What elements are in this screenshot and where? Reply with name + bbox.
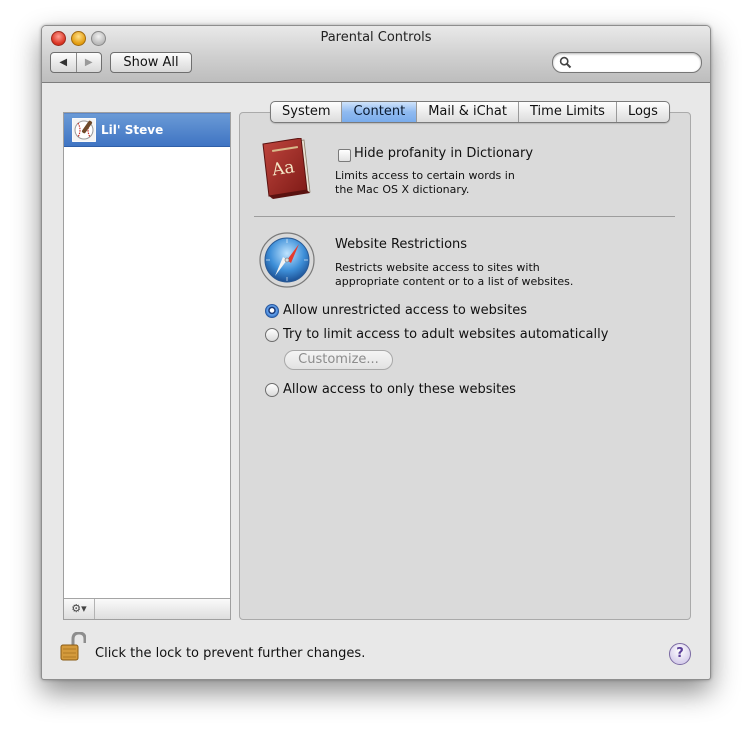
baseball-avatar-icon — [72, 118, 96, 142]
radio-only-these-websites[interactable] — [265, 383, 279, 397]
section-divider — [254, 216, 675, 217]
user-list: Lil' Steve ⚙▾ — [63, 112, 231, 620]
hide-profanity-label[interactable]: Hide profanity in Dictionary — [354, 146, 533, 161]
lock-open-icon[interactable] — [60, 632, 86, 662]
lock-message: Click the lock to prevent further change… — [95, 646, 366, 661]
gear-icon[interactable]: ⚙▾ — [64, 599, 95, 619]
dictionary-description-line1: Limits access to certain words in — [335, 169, 515, 182]
user-list-item[interactable]: Lil' Steve — [64, 113, 230, 147]
safari-compass-icon — [259, 232, 315, 288]
dictionary-description-line2: the Mac OS X dictionary. — [335, 183, 470, 196]
back-arrow-icon[interactable]: ◀ — [51, 53, 76, 72]
website-description-line1: Restricts website access to sites with — [335, 261, 540, 274]
tab-logs[interactable]: Logs — [615, 102, 669, 122]
user-name: Lil' Steve — [101, 123, 164, 137]
tab-system[interactable]: System — [271, 102, 341, 122]
website-restrictions-title: Website Restrictions — [335, 237, 468, 252]
tab-bar: System Content Mail & iChat Time Limits … — [270, 101, 670, 123]
search-field[interactable] — [552, 52, 702, 73]
search-icon — [559, 56, 572, 69]
website-description-line2: appropriate content or to a list of webs… — [335, 275, 574, 288]
title-bar: Parental Controls ◀ ▶ Show All — [42, 26, 710, 83]
radio-allow-unrestricted-label[interactable]: Allow unrestricted access to websites — [283, 303, 527, 318]
help-button[interactable]: ? — [669, 643, 691, 665]
radio-limit-adult[interactable] — [265, 328, 279, 342]
hide-profanity-checkbox[interactable] — [338, 149, 351, 162]
tab-time-limits[interactable]: Time Limits — [518, 102, 616, 122]
radio-allow-unrestricted[interactable] — [265, 304, 279, 318]
dictionary-icon: Aa — [262, 138, 311, 199]
show-all-button[interactable]: Show All — [110, 52, 192, 73]
radio-only-these-websites-label[interactable]: Allow access to only these websites — [283, 382, 516, 397]
parental-controls-window: Parental Controls ◀ ▶ Show All Lil' Stev… — [41, 25, 711, 680]
tab-content[interactable]: Content — [341, 102, 417, 122]
window-title: Parental Controls — [320, 30, 432, 45]
customize-button[interactable]: Customize... — [284, 350, 393, 370]
forward-arrow-icon[interactable]: ▶ — [75, 53, 102, 72]
back-forward-control: ◀ ▶ — [50, 52, 102, 73]
sidebar-footer: ⚙▾ — [64, 598, 230, 619]
svg-text:Aa: Aa — [270, 157, 296, 180]
radio-limit-adult-label[interactable]: Try to limit access to adult websites au… — [283, 327, 608, 342]
tab-mail-ichat[interactable]: Mail & iChat — [416, 102, 518, 122]
